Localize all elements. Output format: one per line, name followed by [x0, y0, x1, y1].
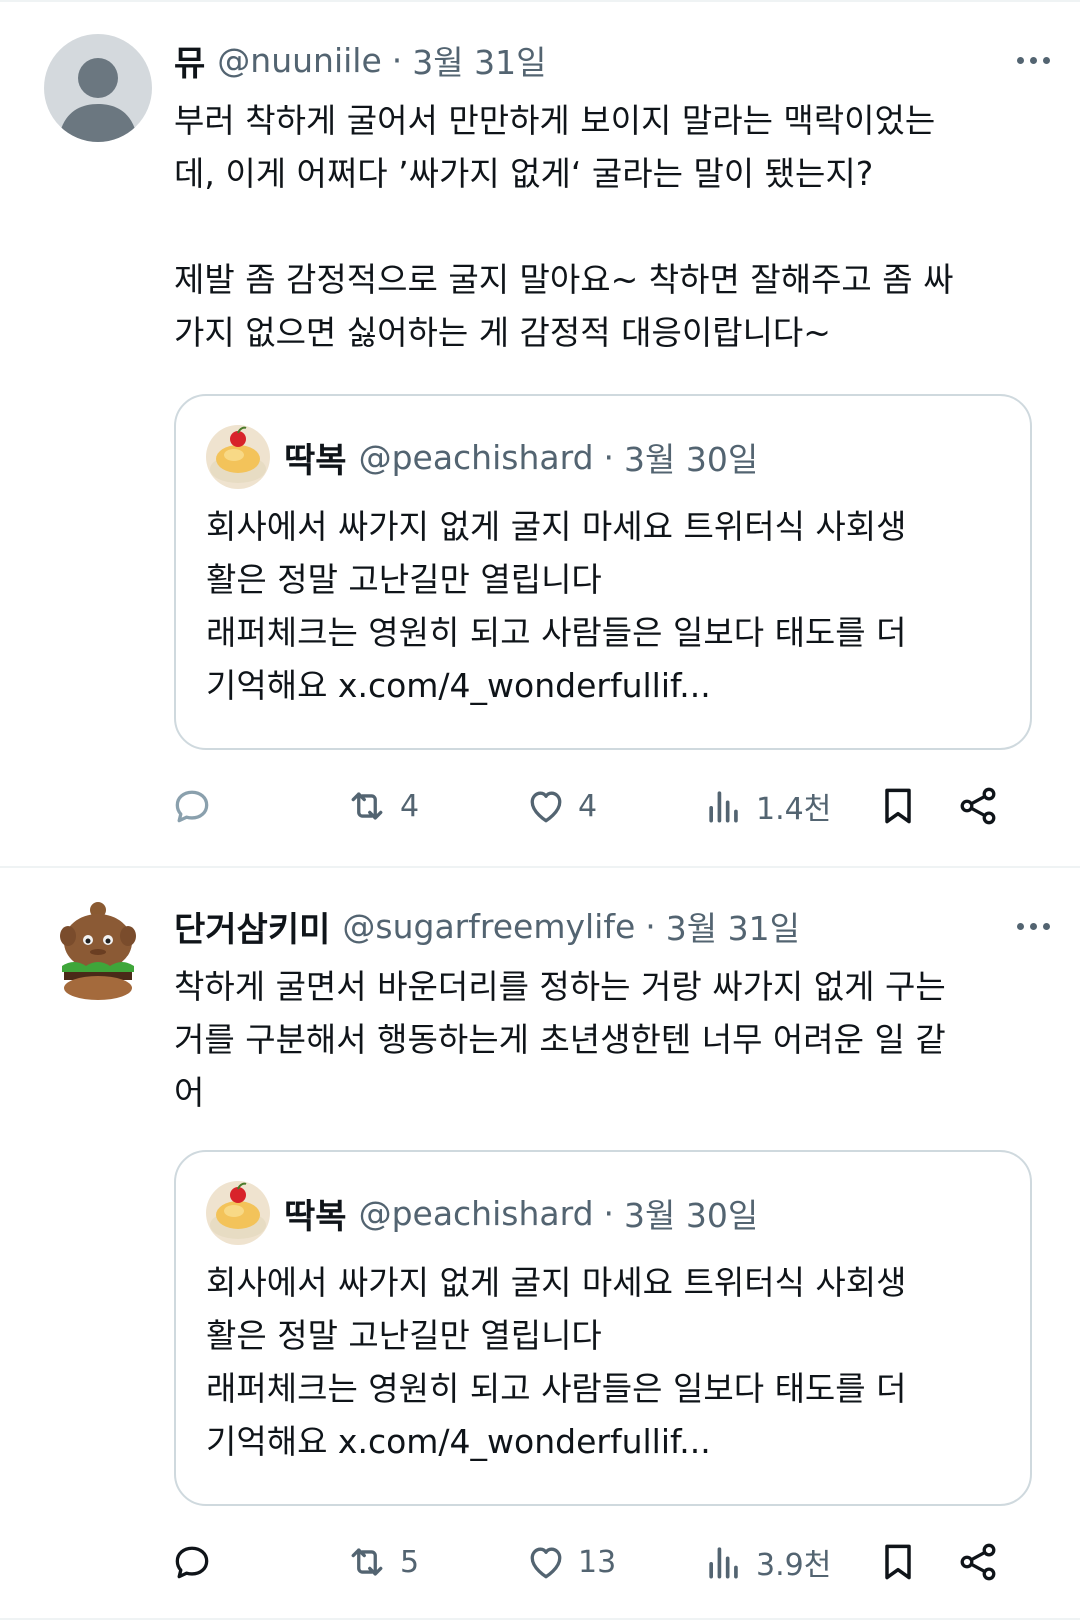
- author-handle[interactable]: @sugarfreemylife: [342, 907, 635, 946]
- tweet-text: 착하게 굴면서 바운더리를 정하는 거랑 싸가지 없게 구는 거를 구분해서 행…: [174, 967, 946, 1112]
- reply-icon: [175, 1546, 209, 1579]
- bookmark-icon: [885, 788, 911, 824]
- quoted-author-handle: @peachishard: [358, 1193, 594, 1233]
- share-icon: [960, 1543, 996, 1581]
- quoted-tweet-date: 3월 30일: [624, 440, 759, 479]
- views-chart-icon: [709, 791, 738, 823]
- quoted-tweet-text: 회사에서 싸가지 없게 굴지 마세요 트위터식 사회생 활은 정말 고난길만 열…: [206, 1263, 907, 1461]
- reply-button[interactable]: [170, 1532, 224, 1592]
- share-button[interactable]: [956, 776, 1000, 836]
- separator-dot: ·: [645, 906, 656, 946]
- share-button[interactable]: [956, 1532, 1000, 1592]
- views-count: 1.4천: [756, 792, 832, 827]
- quoted-author-name: 딱복: [284, 440, 347, 481]
- burger-plush-avatar-icon[interactable]: [44, 900, 152, 1008]
- views-count: 3.9천: [756, 1548, 832, 1583]
- retweet-button[interactable]: 4: [344, 776, 419, 836]
- retweet-icon: [351, 792, 383, 820]
- tweet-actions: 4 4 1.4천: [170, 776, 1050, 836]
- quoted-tweet[interactable]: 딱복 @peachishard · 3월 30일 회사에서 싸가지 없게 굴지 …: [174, 1150, 1032, 1506]
- bookmark-button[interactable]: [876, 1532, 920, 1592]
- like-count: 13: [578, 1544, 617, 1580]
- bookmark-button[interactable]: [876, 776, 920, 836]
- heart-icon: [530, 791, 562, 823]
- reply-button[interactable]: [170, 776, 224, 836]
- tweet-date[interactable]: 3월 31일: [412, 36, 546, 84]
- quoted-tweet-header: 딱복 @peachishard · 3월 30일: [206, 422, 1010, 492]
- tweet-text: 부러 착하게 굴어서 만만하게 보이지 말라는 맥락이었는 데, 이게 어쩌다 …: [174, 101, 954, 352]
- tweet-header: 뮤 @nuuniile · 3월 31일: [174, 32, 1050, 88]
- like-button[interactable]: 4: [524, 776, 597, 836]
- retweet-button[interactable]: 5: [344, 1532, 419, 1592]
- author-name[interactable]: 뮤: [174, 36, 205, 85]
- like-count: 4: [578, 788, 598, 824]
- separator-dot: ·: [391, 40, 403, 80]
- more-dots-icon[interactable]: [996, 40, 1050, 80]
- author-handle[interactable]: @nuuniile: [217, 41, 381, 80]
- tweet-header: 단거삼키미 @sugarfreemylife · 3월 31일: [174, 898, 1050, 954]
- quoted-tweet-text: 회사에서 싸가지 없게 굴지 마세요 트위터식 사회생 활은 정말 고난길만 열…: [206, 507, 907, 705]
- retweet-count: 5: [400, 1544, 420, 1580]
- heart-icon: [530, 1547, 562, 1579]
- tweet[interactable]: 뮤 @nuuniile · 3월 31일 부러 착하게 굴어서 만만하게 보이지…: [0, 2, 1080, 866]
- quoted-author-name: 딱복: [284, 1196, 347, 1237]
- retweet-icon: [351, 1548, 383, 1576]
- more-dots-icon[interactable]: [996, 906, 1050, 946]
- views-button[interactable]: 3.9천: [702, 1532, 831, 1592]
- author-name[interactable]: 단거삼키미: [174, 902, 330, 951]
- share-icon: [960, 787, 996, 825]
- default-person-avatar-icon[interactable]: [44, 34, 152, 142]
- peach-dessert-avatar-icon: [206, 425, 270, 489]
- quoted-author-handle: @peachishard: [358, 437, 594, 477]
- like-button[interactable]: 13: [524, 1532, 616, 1592]
- retweet-count: 4: [400, 788, 420, 824]
- separator-dot: ·: [603, 1193, 615, 1233]
- quoted-tweet-date: 3월 30일: [624, 1196, 759, 1235]
- views-chart-icon: [709, 1547, 738, 1579]
- tweet[interactable]: 단거삼키미 @sugarfreemylife · 3월 31일 착하게 굴면서 …: [0, 868, 1080, 1618]
- tweet-actions: 5 13 3.9천: [170, 1532, 1050, 1592]
- quoted-tweet-header: 딱복 @peachishard · 3월 30일: [206, 1178, 1010, 1248]
- quoted-tweet[interactable]: 딱복 @peachishard · 3월 30일 회사에서 싸가지 없게 굴지 …: [174, 394, 1032, 750]
- separator-dot: ·: [603, 437, 615, 477]
- peach-dessert-avatar-icon: [206, 1181, 270, 1245]
- reply-icon: [175, 790, 209, 823]
- tweet-date[interactable]: 3월 31일: [666, 902, 800, 950]
- bookmark-icon: [885, 1544, 911, 1580]
- views-button[interactable]: 1.4천: [702, 776, 831, 836]
